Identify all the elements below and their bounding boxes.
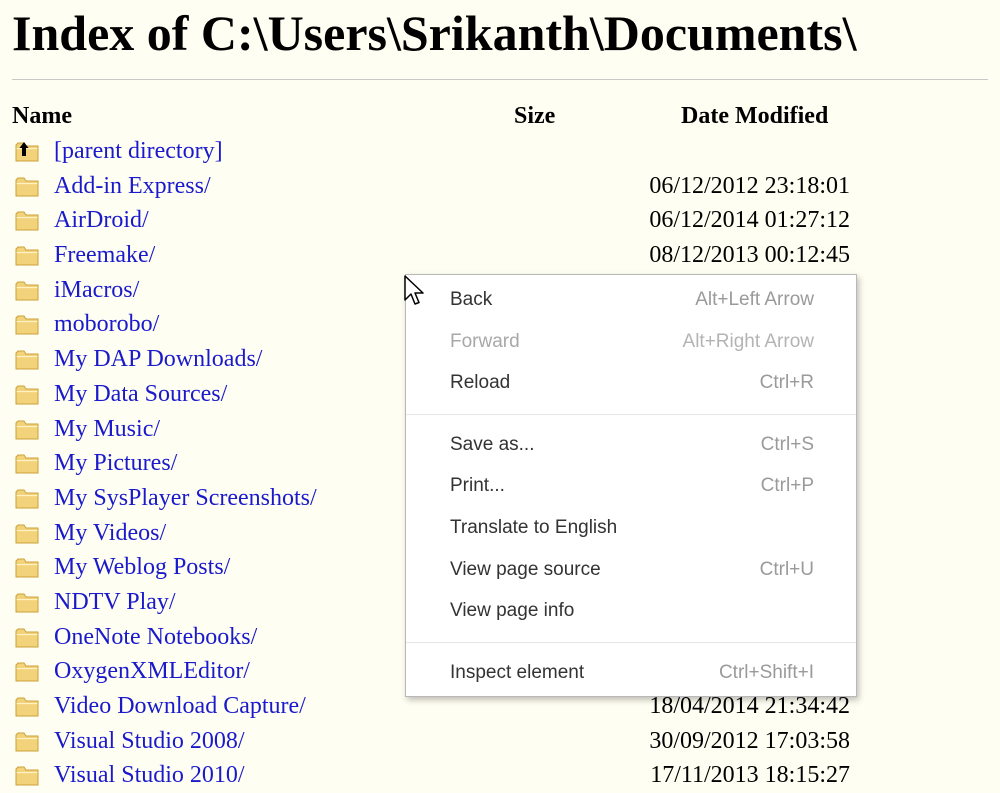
table-row: Visual Studio 2010/17/11/2013 18:15:27 xyxy=(0,758,1000,793)
menu-item-shortcut: Ctrl+R xyxy=(759,372,814,394)
folder-icon xyxy=(15,764,39,786)
menu-item-shortcut: Alt+Right Arrow xyxy=(682,330,814,352)
folder-icon xyxy=(15,209,39,231)
folder-icon xyxy=(15,695,39,717)
folder-icon xyxy=(15,383,39,405)
menu-item-shortcut: Alt+Left Arrow xyxy=(695,289,814,310)
folder-link[interactable]: AirDroid/ xyxy=(54,203,149,237)
date-modified: 06/12/2012 23:18:01 xyxy=(649,172,850,199)
folder-link[interactable]: My Pictures/ xyxy=(54,446,177,480)
column-header-size[interactable]: Size xyxy=(514,99,555,133)
folder-icon xyxy=(15,591,39,613)
folder-icon xyxy=(15,244,39,266)
menu-item-shortcut: Ctrl+S xyxy=(760,433,814,455)
date-modified: 17/11/2013 18:15:27 xyxy=(650,762,850,789)
page-title: Index of C:\Users\Srikanth\Documents\ xyxy=(12,5,857,61)
menu-separator xyxy=(406,413,856,415)
menu-item-label: Reload xyxy=(450,372,511,394)
date-modified: 08/12/2013 00:12:45 xyxy=(649,242,850,269)
menu-item-shortcut: Ctrl+P xyxy=(760,475,814,497)
menu-separator xyxy=(406,641,856,643)
context-menu: Back Alt+Left Arrow Forward Alt+Right Arrow… xyxy=(405,274,857,697)
menu-item-translate-to-english[interactable]: Translate to English xyxy=(406,509,856,549)
folder-icon xyxy=(15,626,39,648)
menu-item-inspect-element[interactable]: Inspect element Ctrl+Shift+I xyxy=(406,654,856,694)
menu-item-label: Forward xyxy=(450,330,520,352)
folder-link[interactable]: My Data Sources/ xyxy=(54,377,227,411)
folder-link[interactable]: My Weblog Posts/ xyxy=(54,550,230,584)
parent-directory-link[interactable]: [parent directory] xyxy=(54,134,223,168)
folder-link[interactable]: Visual Studio 2008/ xyxy=(54,724,245,758)
folder-icon xyxy=(15,487,39,509)
folder-link[interactable]: My Videos/ xyxy=(54,516,166,550)
folder-link[interactable]: iMacros/ xyxy=(54,273,139,307)
date-modified: 30/09/2012 17:03:58 xyxy=(649,727,850,754)
folder-link[interactable]: Video Download Capture/ xyxy=(54,689,306,723)
menu-item-reload[interactable]: Reload Ctrl+R xyxy=(406,364,856,404)
folder-icon xyxy=(15,348,39,370)
table-row: Freemake/08/12/2013 00:12:45 xyxy=(0,238,1000,273)
folder-icon xyxy=(15,452,39,474)
folder-link[interactable]: Visual Studio 2010/ xyxy=(54,758,245,792)
arrow-cursor-icon xyxy=(404,275,424,305)
column-header-date[interactable]: Date Modified xyxy=(681,99,828,133)
folder-link[interactable]: NDTV Play/ xyxy=(54,585,176,619)
menu-item-shortcut: Ctrl+U xyxy=(759,558,814,580)
menu-item-save-as[interactable]: Save as... Ctrl+S xyxy=(406,426,856,466)
parent-folder-icon xyxy=(15,140,39,162)
folder-link[interactable]: moborobo/ xyxy=(54,307,159,341)
column-header-name[interactable]: Name xyxy=(12,99,72,133)
folder-icon xyxy=(15,660,39,682)
table-row: [parent directory] xyxy=(0,134,1000,169)
menu-item-label: Translate to English xyxy=(450,517,618,538)
folder-icon xyxy=(15,175,39,197)
table-row: Add-in Express/06/12/2012 23:18:01 xyxy=(0,169,1000,204)
horizontal-rule xyxy=(12,79,988,80)
date-modified: 06/12/2014 01:27:12 xyxy=(649,207,850,234)
folder-link[interactable]: My SysPlayer Screenshots/ xyxy=(54,481,317,515)
folder-icon xyxy=(15,418,39,440)
menu-item-forward: Forward Alt+Right Arrow xyxy=(406,323,856,363)
folder-icon xyxy=(15,279,39,301)
menu-item-label: Print... xyxy=(450,475,505,497)
menu-item-label: View page info xyxy=(450,600,575,622)
menu-item-label: View page source xyxy=(450,558,601,580)
menu-item-label: Inspect element xyxy=(450,661,585,683)
folder-icon xyxy=(15,522,39,544)
menu-item-back[interactable]: Back Alt+Left Arrow xyxy=(406,281,856,321)
folder-icon xyxy=(15,556,39,578)
menu-item-view-page-source[interactable]: View page source Ctrl+U xyxy=(406,551,856,591)
menu-item-label: Back xyxy=(450,289,493,310)
folder-link[interactable]: Freemake/ xyxy=(54,238,155,272)
menu-item-label: Save as... xyxy=(450,433,535,455)
menu-item-print[interactable]: Print... Ctrl+P xyxy=(406,467,856,507)
table-row: AirDroid/06/12/2014 01:27:12 xyxy=(0,203,1000,238)
menu-item-shortcut: Ctrl+Shift+I xyxy=(718,661,814,683)
folder-icon xyxy=(15,730,39,752)
menu-item-view-page-info[interactable]: View page info xyxy=(406,592,856,632)
folder-link[interactable]: OxygenXMLEditor/ xyxy=(54,654,250,688)
folder-link[interactable]: My DAP Downloads/ xyxy=(54,342,262,376)
folder-link[interactable]: OneNote Notebooks/ xyxy=(54,620,257,654)
folder-icon xyxy=(15,313,39,335)
folder-link[interactable]: My Music/ xyxy=(54,412,160,446)
table-row: Visual Studio 2008/30/09/2012 17:03:58 xyxy=(0,724,1000,759)
folder-link[interactable]: Add-in Express/ xyxy=(54,169,211,203)
